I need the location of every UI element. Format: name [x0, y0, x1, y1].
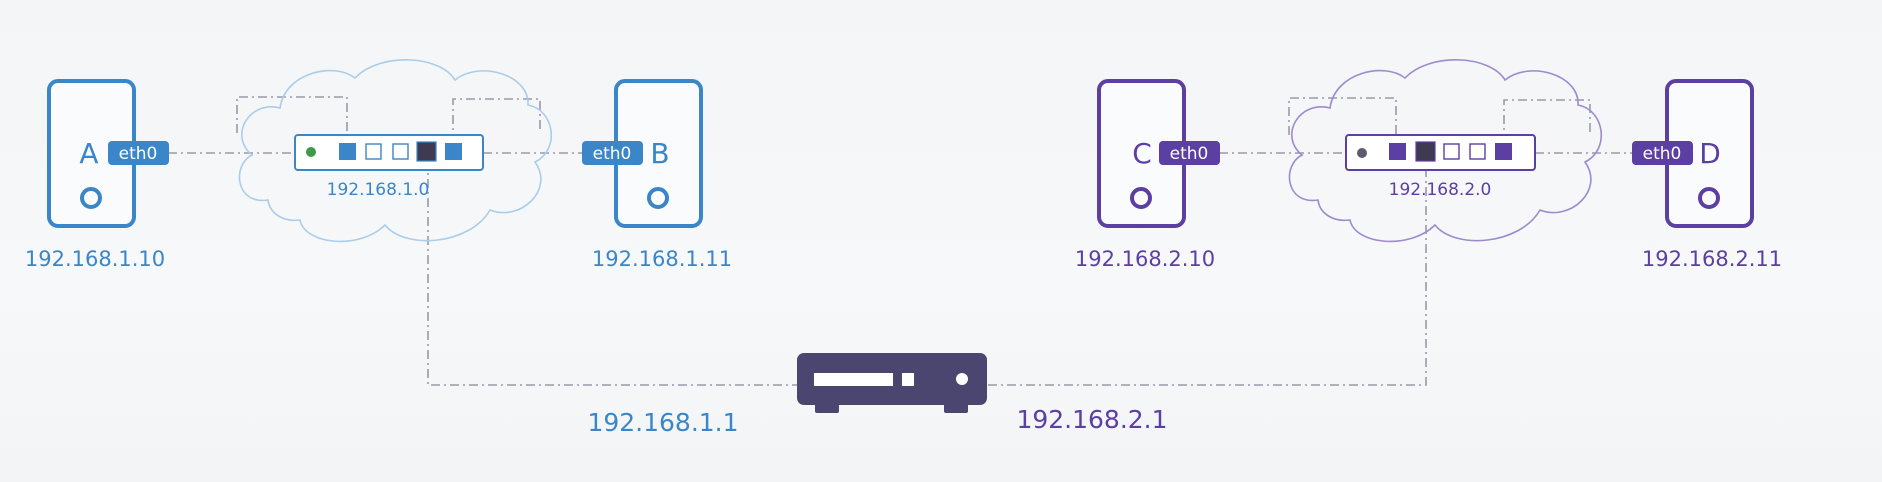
host-a-letter: A [79, 137, 98, 170]
router [797, 353, 987, 413]
switch2-network-label: 192.168.2.0 [1389, 180, 1492, 200]
host-b-letter: B [650, 137, 669, 170]
host-a: A eth0 [47, 79, 169, 228]
switch1-port-3 [392, 143, 409, 160]
network-diagram: 192.168.1.0 192.168.2.0 A eth0 192.168.1… [25, 59, 1782, 437]
switch1-port-4 [416, 141, 437, 162]
router-power-led [956, 373, 968, 385]
switch2-port-4 [1469, 143, 1486, 160]
switch-network-2 [1345, 134, 1536, 171]
switch1-port-1 [339, 143, 356, 160]
host-a-iface-label: eth0 [119, 144, 158, 164]
host-d-iface-label: eth0 [1643, 144, 1682, 164]
switch1-network-label: 192.168.1.0 [327, 180, 430, 200]
host-d-letter: D [1699, 137, 1721, 170]
router-left-ip: 192.168.1.1 [587, 408, 738, 437]
host-d-ip: 192.168.2.11 [1642, 247, 1782, 271]
router-right-ip: 192.168.2.1 [1016, 405, 1167, 434]
host-d: eth0 D [1632, 79, 1754, 228]
switch1-status-led [306, 147, 316, 157]
host-c-letter: C [1132, 137, 1152, 170]
switch2-port-3 [1443, 143, 1460, 160]
host-b-iface-label: eth0 [593, 144, 632, 164]
switch1-port-5 [445, 143, 462, 160]
switch1-port-2 [365, 143, 382, 160]
host-c-ip: 192.168.2.10 [1075, 247, 1215, 271]
switch2-status-led [1357, 148, 1367, 158]
wire-router-to-switch2 [988, 160, 1427, 386]
switch2-port-1 [1389, 143, 1406, 160]
switch2-port-2 [1415, 141, 1436, 162]
host-b-ip: 192.168.1.11 [592, 247, 732, 271]
host-a-ip: 192.168.1.10 [25, 247, 165, 271]
switch-network-1 [294, 134, 484, 171]
host-c: C eth0 [1097, 79, 1220, 228]
switch2-port-5 [1495, 143, 1512, 160]
router-indicator-square [902, 373, 914, 386]
host-b: eth0 B [582, 79, 703, 228]
host-c-iface-label: eth0 [1170, 144, 1209, 164]
router-display-slot [814, 373, 893, 386]
